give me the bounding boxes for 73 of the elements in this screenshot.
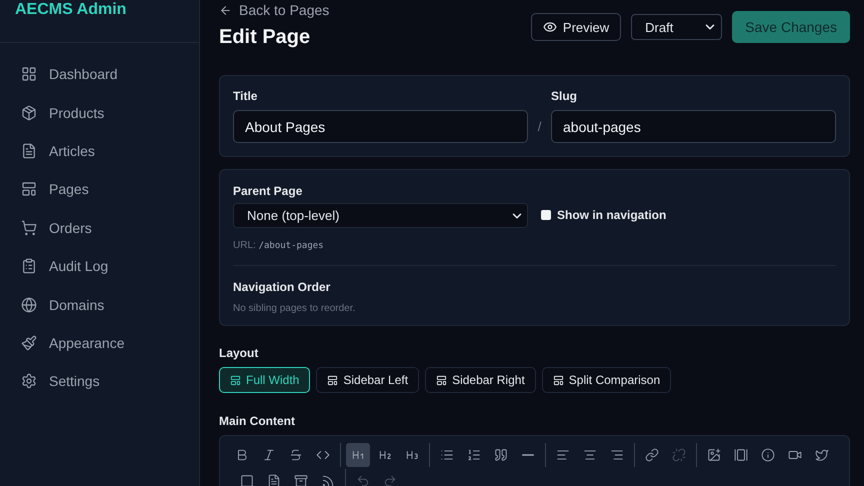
hint-text: No sibling pages to reorder. [233,303,356,314]
horizontal-rule-icon [522,454,534,456]
unlink-icon [672,448,686,462]
quote-icon [494,448,508,462]
brand-title: AECMS Admin [0,0,199,43]
status-select[interactable]: Draft [631,14,722,40]
show-in-navigation-checkbox[interactable]: Show in navigation [541,208,666,222]
layout-option[interactable]: Full Width [219,367,310,393]
field-label: Parent Page [233,184,304,198]
gallery-icon [734,448,748,462]
layout-icon [436,374,448,386]
url-text: URL: /about-pages [233,240,325,251]
page-title: Edit Page [219,26,312,49]
eye-icon [542,20,557,34]
numbered-list-icon [467,448,481,462]
heading-three-icon [405,448,419,462]
archive-icon [294,474,308,486]
preview-button[interactable]: Preview [530,13,622,41]
field-label: Title [233,89,258,103]
sidebar-item[interactable]: Pages [0,170,199,209]
toolbar-button[interactable] [346,443,370,467]
document-icon [21,142,37,159]
slug-field[interactable]: about-pages [551,110,836,143]
clipboard-icon [21,258,37,274]
box-icon [21,104,37,121]
document-icon [267,474,281,486]
layout-option[interactable]: Split Comparison [542,367,672,393]
sidebar-item[interactable]: Audit Log [0,246,199,286]
settings-icon [21,373,37,390]
paintbrush-icon [21,334,37,351]
cart-icon [21,220,37,236]
slug-separator: / [536,119,542,136]
redo-icon [383,474,397,486]
checkbox[interactable] [541,210,551,220]
undo-icon [356,474,370,486]
grid-icon [21,66,37,82]
arrow-left-icon [219,4,232,16]
rss-icon [321,474,335,486]
align-left-icon [556,448,570,462]
sidebar-item[interactable]: Domains [0,285,199,324]
bold-icon [235,448,249,462]
back-link[interactable]: Back to Pages [219,2,330,18]
heading-one-icon [351,448,365,462]
layout-icon [230,374,241,386]
sidebar-item[interactable]: Products [0,93,199,132]
sidebar-item[interactable]: Orders [0,208,199,247]
section-label: Navigation Order [233,280,330,294]
info-icon [761,448,775,462]
layout-icon [21,181,37,198]
bird-icon [815,448,829,462]
sidebar-item[interactable]: Settings [0,362,199,401]
align-right-icon [610,448,624,462]
code-icon [316,448,330,462]
video-icon [788,448,802,462]
field-label: Slug [551,89,578,103]
layout-option[interactable]: Sidebar Left [316,367,420,393]
align-center-icon [583,448,597,462]
section-label: Layout [219,346,260,360]
strikethrough-icon [289,448,303,462]
sidebar-item[interactable]: Dashboard [0,55,199,94]
heading-two-icon [378,448,392,462]
section-label: Main Content [219,414,296,428]
layout-option[interactable]: Sidebar Right [425,367,536,393]
italic-icon [262,448,276,462]
image-plus-icon [707,448,721,462]
layout-icon [552,374,564,386]
sidebar-item[interactable]: Articles [0,132,199,170]
link-icon [645,448,659,462]
title-field[interactable]: About Pages [233,110,528,143]
globe-icon [21,296,37,313]
parent-page-select[interactable]: None (top-level) [233,203,528,228]
sidebar-item[interactable]: Appearance [0,324,199,362]
layout-icon [327,374,338,386]
